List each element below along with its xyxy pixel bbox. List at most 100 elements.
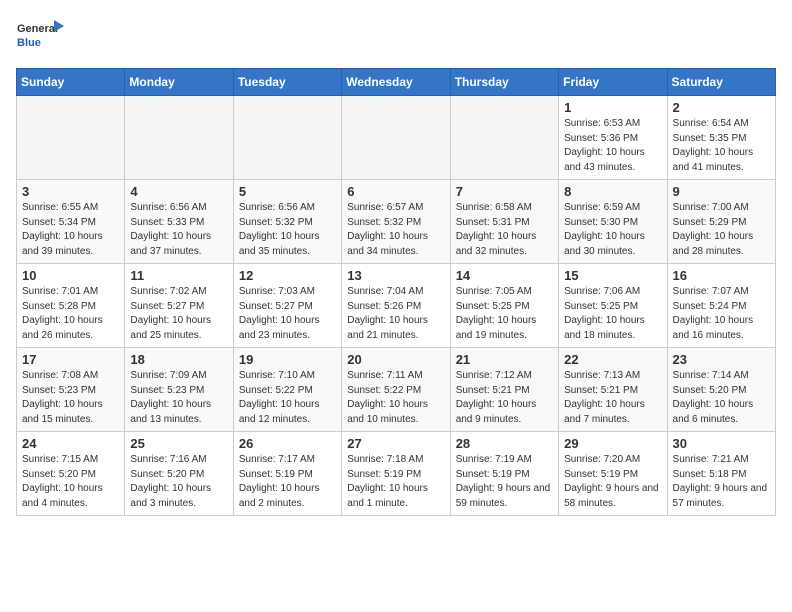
header: General Blue — [16, 16, 776, 60]
day-info: Sunrise: 7:17 AM Sunset: 5:19 PM Dayligh… — [239, 453, 336, 511]
day-info: Sunrise: 7:08 AM Sunset: 5:23 PM Dayligh… — [22, 369, 119, 427]
svg-text:General: General — [17, 23, 58, 35]
day-info: Sunrise: 7:12 AM Sunset: 5:21 PM Dayligh… — [456, 369, 553, 427]
day-info: Sunrise: 6:58 AM Sunset: 5:31 PM Dayligh… — [456, 201, 553, 259]
calendar-cell: 14Sunrise: 7:05 AM Sunset: 5:25 PM Dayli… — [450, 264, 558, 348]
day-number: 22 — [564, 352, 661, 367]
calendar-cell — [233, 96, 341, 180]
day-number: 25 — [130, 436, 227, 451]
calendar-cell: 16Sunrise: 7:07 AM Sunset: 5:24 PM Dayli… — [667, 264, 775, 348]
logo-svg: General Blue — [16, 16, 66, 60]
calendar-cell: 30 Sunrise: 7:21 AM Sunset: 5:18 PM Dayli… — [667, 432, 775, 516]
day-info: Sunrise: 7:01 AM Sunset: 5:28 PM Dayligh… — [22, 285, 119, 343]
calendar-cell: 10 Sunrise: 7:01 AM Sunset: 5:28 PM Dayli… — [17, 264, 125, 348]
day-number: 20 — [347, 352, 444, 367]
calendar-cell: 23 Sunrise: 7:14 AM Sunset: 5:20 PM Dayli… — [667, 348, 775, 432]
calendar-week-4: 17Sunrise: 7:08 AM Sunset: 5:23 PM Dayli… — [17, 348, 776, 432]
calendar-cell: 9 Sunrise: 7:00 AM Sunset: 5:29 PM Daylig… — [667, 180, 775, 264]
day-info: Sunrise: 7:06 AM Sunset: 5:25 PM Dayligh… — [564, 285, 661, 343]
calendar-cell: 26 Sunrise: 7:17 AM Sunset: 5:19 PM Dayli… — [233, 432, 341, 516]
weekday-header-thursday: Thursday — [450, 69, 558, 96]
day-info: Sunrise: 7:15 AM Sunset: 5:20 PM Dayligh… — [22, 453, 119, 511]
day-number: 19 — [239, 352, 336, 367]
day-number: 21 — [456, 352, 553, 367]
day-info: Sunrise: 7:03 AM Sunset: 5:27 PM Dayligh… — [239, 285, 336, 343]
day-number: 5 — [239, 184, 336, 199]
day-number: 13 — [347, 268, 444, 283]
day-info: Sunrise: 7:02 AM Sunset: 5:27 PM Dayligh… — [130, 285, 227, 343]
calendar-cell: 22 Sunrise: 7:13 AM Sunset: 5:21 PM Dayli… — [559, 348, 667, 432]
weekday-header-row: SundayMondayTuesdayWednesdayThursdayFrid… — [17, 69, 776, 96]
day-info: Sunrise: 7:09 AM Sunset: 5:23 PM Dayligh… — [130, 369, 227, 427]
calendar-cell: 11 Sunrise: 7:02 AM Sunset: 5:27 PM Dayli… — [125, 264, 233, 348]
day-number: 29 — [564, 436, 661, 451]
calendar-cell: 5 Sunrise: 6:56 AM Sunset: 5:32 PM Daylig… — [233, 180, 341, 264]
day-info: Sunrise: 6:56 AM Sunset: 5:33 PM Dayligh… — [130, 201, 227, 259]
day-info: Sunrise: 7:20 AM Sunset: 5:19 PM Dayligh… — [564, 453, 661, 511]
day-number: 1 — [564, 100, 661, 115]
calendar-week-2: 3Sunrise: 6:55 AM Sunset: 5:34 PM Daylig… — [17, 180, 776, 264]
calendar-cell: 25 Sunrise: 7:16 AM Sunset: 5:20 PM Dayli… — [125, 432, 233, 516]
calendar-cell: 29 Sunrise: 7:20 AM Sunset: 5:19 PM Dayli… — [559, 432, 667, 516]
calendar-cell — [342, 96, 450, 180]
weekday-header-friday: Friday — [559, 69, 667, 96]
day-number: 24 — [22, 436, 119, 451]
calendar-cell: 18 Sunrise: 7:09 AM Sunset: 5:23 PM Dayli… — [125, 348, 233, 432]
day-number: 18 — [130, 352, 227, 367]
day-number: 27 — [347, 436, 444, 451]
calendar-week-3: 10 Sunrise: 7:01 AM Sunset: 5:28 PM Dayli… — [17, 264, 776, 348]
calendar-table: SundayMondayTuesdayWednesdayThursdayFrid… — [16, 68, 776, 516]
weekday-header-tuesday: Tuesday — [233, 69, 341, 96]
day-number: 10 — [22, 268, 119, 283]
day-info: Sunrise: 7:19 AM Sunset: 5:19 PM Dayligh… — [456, 453, 553, 511]
day-number: 7 — [456, 184, 553, 199]
calendar-cell: 20 Sunrise: 7:11 AM Sunset: 5:22 PM Dayli… — [342, 348, 450, 432]
day-info: Sunrise: 7:18 AM Sunset: 5:19 PM Dayligh… — [347, 453, 444, 511]
calendar-cell: 7 Sunrise: 6:58 AM Sunset: 5:31 PM Daylig… — [450, 180, 558, 264]
day-number: 12 — [239, 268, 336, 283]
day-info: Sunrise: 7:04 AM Sunset: 5:26 PM Dayligh… — [347, 285, 444, 343]
day-number: 14 — [456, 268, 553, 283]
calendar-cell — [17, 96, 125, 180]
day-number: 30 — [673, 436, 770, 451]
day-number: 8 — [564, 184, 661, 199]
day-info: Sunrise: 6:57 AM Sunset: 5:32 PM Dayligh… — [347, 201, 444, 259]
day-number: 23 — [673, 352, 770, 367]
calendar-cell: 8Sunrise: 6:59 AM Sunset: 5:30 PM Daylig… — [559, 180, 667, 264]
weekday-header-monday: Monday — [125, 69, 233, 96]
calendar-cell — [125, 96, 233, 180]
day-number: 2 — [673, 100, 770, 115]
day-info: Sunrise: 7:10 AM Sunset: 5:22 PM Dayligh… — [239, 369, 336, 427]
calendar-cell: 19 Sunrise: 7:10 AM Sunset: 5:22 PM Dayli… — [233, 348, 341, 432]
day-info: Sunrise: 6:55 AM Sunset: 5:34 PM Dayligh… — [22, 201, 119, 259]
calendar-cell: 24 Sunrise: 7:15 AM Sunset: 5:20 PM Dayli… — [17, 432, 125, 516]
calendar-cell — [450, 96, 558, 180]
calendar-cell: 21 Sunrise: 7:12 AM Sunset: 5:21 PM Dayli… — [450, 348, 558, 432]
calendar-week-1: 1Sunrise: 6:53 AM Sunset: 5:36 PM Daylig… — [17, 96, 776, 180]
day-number: 26 — [239, 436, 336, 451]
calendar-cell: 6 Sunrise: 6:57 AM Sunset: 5:32 PM Daylig… — [342, 180, 450, 264]
day-number: 11 — [130, 268, 227, 283]
calendar-cell: 4 Sunrise: 6:56 AM Sunset: 5:33 PM Daylig… — [125, 180, 233, 264]
weekday-header-wednesday: Wednesday — [342, 69, 450, 96]
day-info: Sunrise: 7:07 AM Sunset: 5:24 PM Dayligh… — [673, 285, 770, 343]
day-info: Sunrise: 7:21 AM Sunset: 5:18 PM Dayligh… — [673, 453, 770, 511]
day-number: 9 — [673, 184, 770, 199]
day-info: Sunrise: 6:56 AM Sunset: 5:32 PM Dayligh… — [239, 201, 336, 259]
calendar-cell: 12 Sunrise: 7:03 AM Sunset: 5:27 PM Dayli… — [233, 264, 341, 348]
weekday-header-saturday: Saturday — [667, 69, 775, 96]
day-info: Sunrise: 7:13 AM Sunset: 5:21 PM Dayligh… — [564, 369, 661, 427]
day-info: Sunrise: 7:11 AM Sunset: 5:22 PM Dayligh… — [347, 369, 444, 427]
calendar-week-5: 24 Sunrise: 7:15 AM Sunset: 5:20 PM Dayli… — [17, 432, 776, 516]
svg-text:Blue: Blue — [17, 37, 41, 49]
day-number: 6 — [347, 184, 444, 199]
calendar-cell: 1Sunrise: 6:53 AM Sunset: 5:36 PM Daylig… — [559, 96, 667, 180]
day-info: Sunrise: 7:14 AM Sunset: 5:20 PM Dayligh… — [673, 369, 770, 427]
day-number: 4 — [130, 184, 227, 199]
calendar-cell: 2Sunrise: 6:54 AM Sunset: 5:35 PM Daylig… — [667, 96, 775, 180]
weekday-header-sunday: Sunday — [17, 69, 125, 96]
day-info: Sunrise: 7:16 AM Sunset: 5:20 PM Dayligh… — [130, 453, 227, 511]
day-info: Sunrise: 7:00 AM Sunset: 5:29 PM Dayligh… — [673, 201, 770, 259]
logo: General Blue — [16, 16, 66, 60]
day-number: 15 — [564, 268, 661, 283]
